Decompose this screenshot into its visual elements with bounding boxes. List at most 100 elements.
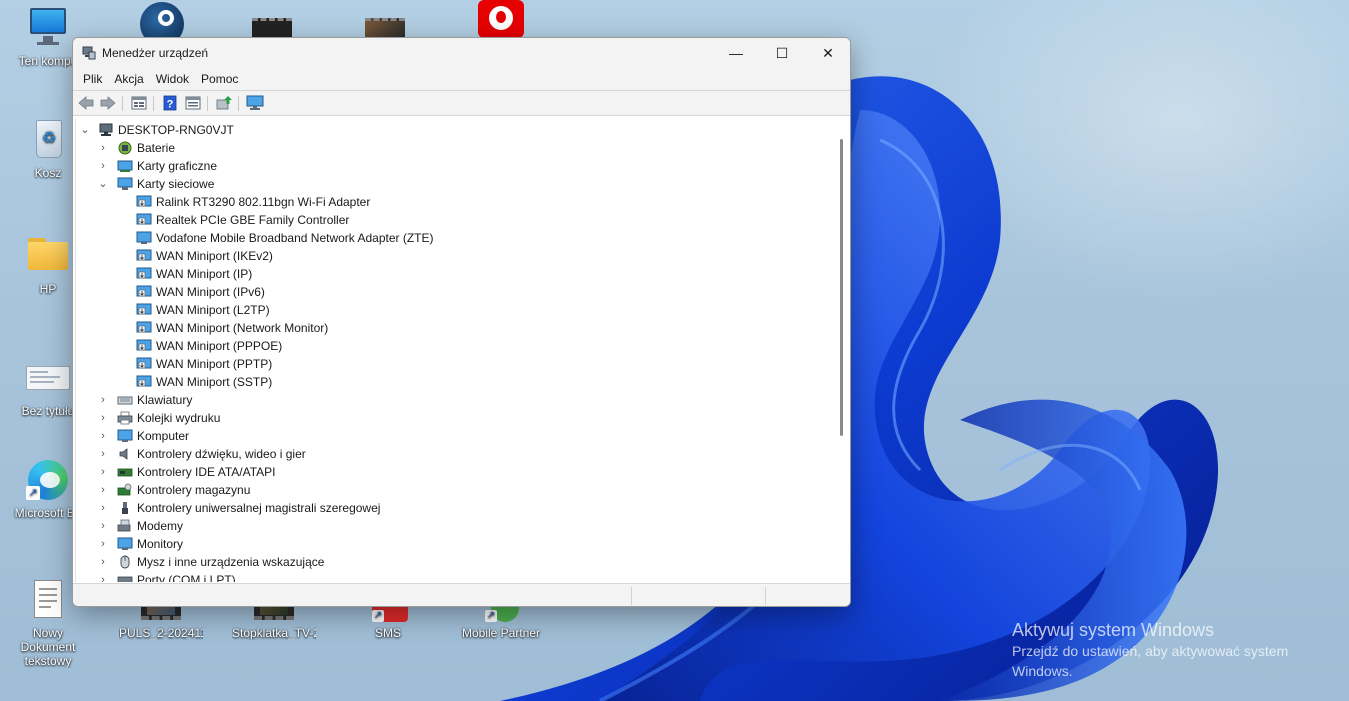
display-adapter-icon (117, 160, 133, 172)
chevron-right-icon[interactable]: › (98, 445, 108, 463)
tree-device-label: WAN Miniport (IP) (156, 267, 253, 281)
back-icon[interactable] (77, 95, 95, 111)
toolbar-separator (153, 96, 154, 111)
close-icon: ✕ (822, 44, 834, 61)
help-icon[interactable]: ? (161, 95, 179, 111)
video-file-icon (252, 18, 292, 38)
tree-device-label: WAN Miniport (IKEv2) (156, 249, 273, 263)
menu-pomoc[interactable]: Pomoc (195, 68, 244, 90)
minimize-button[interactable]: — (713, 38, 759, 68)
computer-icon (117, 429, 133, 442)
chevron-right-icon[interactable]: › (98, 157, 108, 175)
tree-category-label: Kolejki wydruku (137, 411, 221, 425)
properties-icon[interactable] (130, 95, 148, 111)
toolbar-separator (122, 96, 123, 111)
svg-text:?: ? (167, 99, 174, 111)
chevron-right-icon[interactable]: › (98, 427, 108, 445)
details-icon[interactable] (184, 95, 202, 111)
network-adapter-icon (136, 321, 152, 333)
chevron-right-icon[interactable]: › (98, 481, 108, 499)
image-file-icon (26, 356, 70, 400)
device-tree[interactable]: ⌄ DESKTOP-RNG0VJT › Baterie › Karty graf… (75, 119, 835, 582)
tree-device-label: WAN Miniport (IPv6) (156, 285, 265, 299)
modem-icon (117, 519, 131, 532)
network-adapter-icon (136, 285, 152, 297)
chevron-right-icon[interactable]: › (98, 571, 108, 582)
window-title: Menedżer urządzeń (102, 46, 209, 60)
ide-controller-icon (117, 468, 133, 477)
update-driver-icon[interactable] (215, 95, 233, 111)
chevron-down-icon[interactable]: ⌄ (98, 175, 108, 193)
printer-icon (117, 411, 133, 425)
network-adapter-icon (136, 375, 152, 387)
tree-category-label: Klawiatury (137, 393, 193, 407)
text-document-icon (26, 578, 70, 622)
chevron-right-icon[interactable]: › (98, 391, 108, 409)
monitor-icon[interactable] (246, 95, 264, 111)
tree-device-label: WAN Miniport (SSTP) (156, 375, 273, 389)
menu-plik[interactable]: Plik (77, 68, 108, 90)
watermark-title: Aktywuj system Windows (1012, 620, 1215, 640)
vertical-scrollbar[interactable] (835, 119, 849, 582)
tree-device-label: WAN Miniport (PPTP) (156, 357, 273, 371)
tree-category-label: Komputer (137, 429, 190, 443)
chevron-right-icon[interactable]: › (98, 553, 108, 571)
scrollbar-thumb[interactable] (840, 139, 843, 436)
desktop-icon-label: Stopklatka_TV-202... (232, 626, 316, 640)
tree-category-label: Kontrolery uniwersalnej magistrali szere… (137, 501, 381, 515)
monitor-icon (117, 537, 133, 550)
usb-icon (122, 502, 128, 514)
toolbar-separator (238, 96, 239, 111)
steam-icon[interactable] (140, 2, 184, 46)
network-adapter-icon (136, 303, 152, 315)
forward-icon[interactable] (99, 95, 117, 111)
title-bar[interactable]: Menedżer urządzeń — ☐ ✕ (73, 38, 850, 68)
chevron-right-icon[interactable]: › (98, 463, 108, 481)
folder-icon (26, 234, 70, 278)
battery-icon (118, 141, 132, 155)
mouse-icon (120, 555, 130, 569)
tree-device-label: WAN Miniport (PPPOE) (156, 339, 283, 353)
network-adapter-icon (136, 339, 152, 351)
tree-device-label: WAN Miniport (Network Monitor) (156, 321, 329, 335)
chevron-right-icon[interactable]: › (98, 139, 108, 157)
tree-category-label: Karty sieciowe (137, 177, 215, 191)
maximize-icon: ☐ (775, 44, 789, 61)
status-bar (73, 583, 850, 606)
watermark-subtitle: Przejdź do ustawień, aby aktywować syste… (1012, 643, 1289, 659)
chevron-right-icon[interactable]: › (98, 517, 108, 535)
vodafone-icon[interactable] (478, 0, 524, 38)
maximize-button[interactable]: ☐ (759, 38, 805, 68)
device-manager-icon (82, 46, 96, 60)
menu-bar: Plik Akcja Widok Pomoc (73, 68, 850, 90)
computer-icon (99, 123, 113, 136)
tree-category-label: Kontrolery magazynu (137, 483, 251, 497)
activation-watermark: Aktywuj system Windows Przejdź do ustawi… (1012, 619, 1288, 681)
close-button[interactable]: ✕ (805, 38, 850, 68)
network-adapter-icon (136, 249, 152, 261)
recycle-bin-icon: ♻ (26, 118, 70, 162)
toolbar-separator (207, 96, 208, 111)
chevron-right-icon[interactable]: › (98, 409, 108, 427)
chevron-right-icon[interactable]: › (98, 535, 108, 553)
tree-device-label: WAN Miniport (L2TP) (156, 303, 270, 317)
desktop-icon-label: PULS_2-2024110121... (119, 626, 203, 640)
tree-category-label: Baterie (137, 141, 176, 155)
chevron-right-icon[interactable]: › (98, 499, 108, 517)
port-icon (117, 576, 133, 582)
menu-akcja[interactable]: Akcja (108, 68, 149, 90)
desktop-icon-label: Nowy Dokument tekstowy (20, 626, 76, 668)
desktop-icon-label: SMS (374, 626, 401, 640)
device-manager-window: Menedżer urządzeń — ☐ ✕ Plik Akcja Widok… (72, 37, 851, 607)
keyboard-icon (117, 396, 133, 405)
storage-controller-icon (117, 483, 132, 496)
watermark-subtitle: Windows. (1012, 663, 1073, 679)
tree-device-label: Vodafone Mobile Broadband Network Adapte… (156, 231, 434, 245)
speaker-icon (119, 448, 128, 460)
video-file-icon (365, 18, 405, 38)
chevron-down-icon[interactable]: ⌄ (80, 121, 90, 139)
tree-category-label: Kontrolery IDE ATA/ATAPI (137, 465, 276, 479)
toolbar: ? (73, 90, 850, 116)
menu-widok[interactable]: Widok (150, 68, 195, 90)
status-separator (631, 587, 632, 605)
